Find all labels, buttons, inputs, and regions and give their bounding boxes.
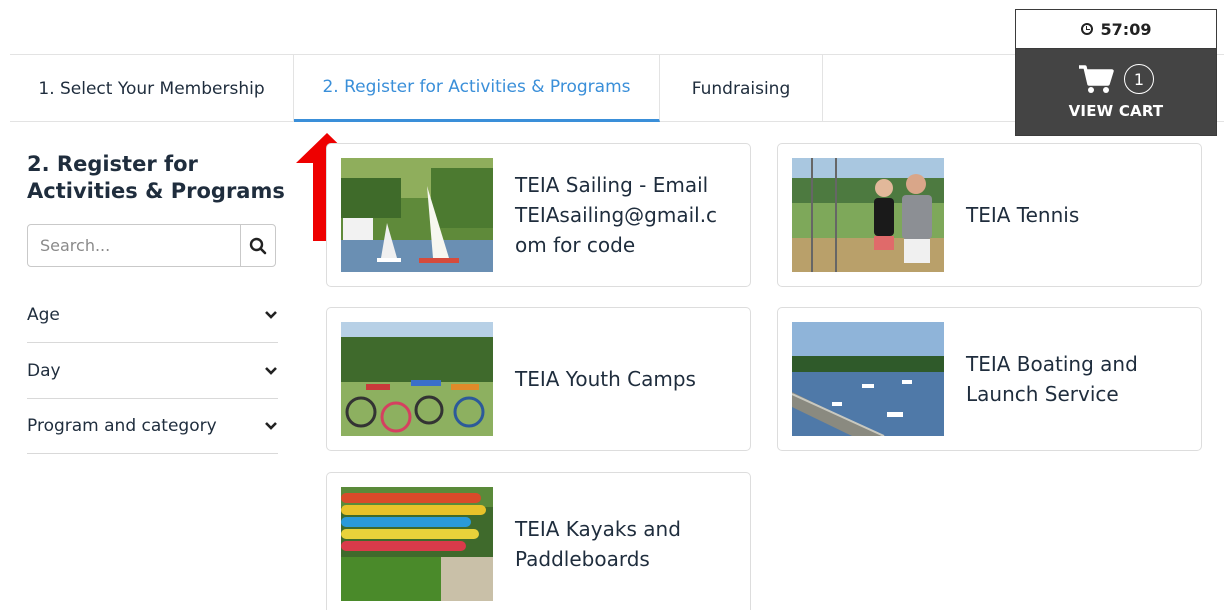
bicycles-photo: [341, 322, 493, 436]
timer-value: 57:09: [1100, 19, 1152, 39]
tab-register-activities[interactable]: 2. Register for Activities & Programs: [294, 55, 660, 122]
program-title: TEIA Boating and Launch Service: [966, 352, 1138, 406]
program-title: TEIA Tennis: [966, 203, 1080, 227]
sailing-photo: [341, 158, 493, 272]
search-button[interactable]: [240, 225, 275, 266]
view-cart-button[interactable]: 1 VIEW CART: [1016, 49, 1216, 135]
filter-program-category[interactable]: Program and category: [27, 398, 278, 454]
cart-count-badge: 1: [1124, 64, 1154, 94]
chevron-down-icon: [265, 366, 277, 375]
harbor-photo: [792, 322, 944, 436]
program-card-boating[interactable]: TEIA Boating and Launch Service: [777, 307, 1202, 451]
filter-day-label: Day: [27, 360, 61, 381]
filter-age[interactable]: Age: [27, 287, 278, 343]
cart-widget: 57:09 1 VIEW CART: [1015, 9, 1217, 136]
search-icon: [249, 237, 267, 254]
search-input[interactable]: [28, 225, 240, 266]
shopping-cart-icon: [1079, 65, 1114, 93]
program-card-kayaks[interactable]: TEIA Kayaks and Paddleboards: [326, 472, 751, 610]
session-timer: 57:09: [1016, 10, 1216, 49]
program-card-tennis[interactable]: TEIA Tennis: [777, 143, 1202, 287]
search-box: [27, 224, 276, 267]
filter-day[interactable]: Day: [27, 343, 278, 399]
program-card-youth-camps[interactable]: TEIA Youth Camps: [326, 307, 751, 451]
chevron-down-icon: [265, 310, 277, 319]
clock-icon: [1080, 23, 1093, 35]
program-card-sailing[interactable]: TEIA Sailing - Email TEIAsailing@gmail.c…: [326, 143, 751, 287]
program-title: TEIA Kayaks and Paddleboards: [515, 517, 681, 571]
program-title: TEIA Sailing - Email TEIAsailing@gmail.c…: [515, 173, 718, 257]
chevron-down-icon: [265, 421, 277, 430]
tennis-photo: [792, 158, 944, 272]
tab-fundraising[interactable]: Fundraising: [660, 55, 823, 122]
tab-select-membership[interactable]: 1. Select Your Membership: [10, 55, 294, 122]
kayaks-photo: [341, 487, 493, 601]
filter-program-label: Program and category: [27, 415, 217, 436]
filter-age-label: Age: [27, 304, 60, 325]
view-cart-label: VIEW CART: [1068, 102, 1164, 120]
program-title: TEIA Youth Camps: [515, 367, 696, 391]
page-title: 2. Register for Activities & Programs: [27, 152, 285, 203]
